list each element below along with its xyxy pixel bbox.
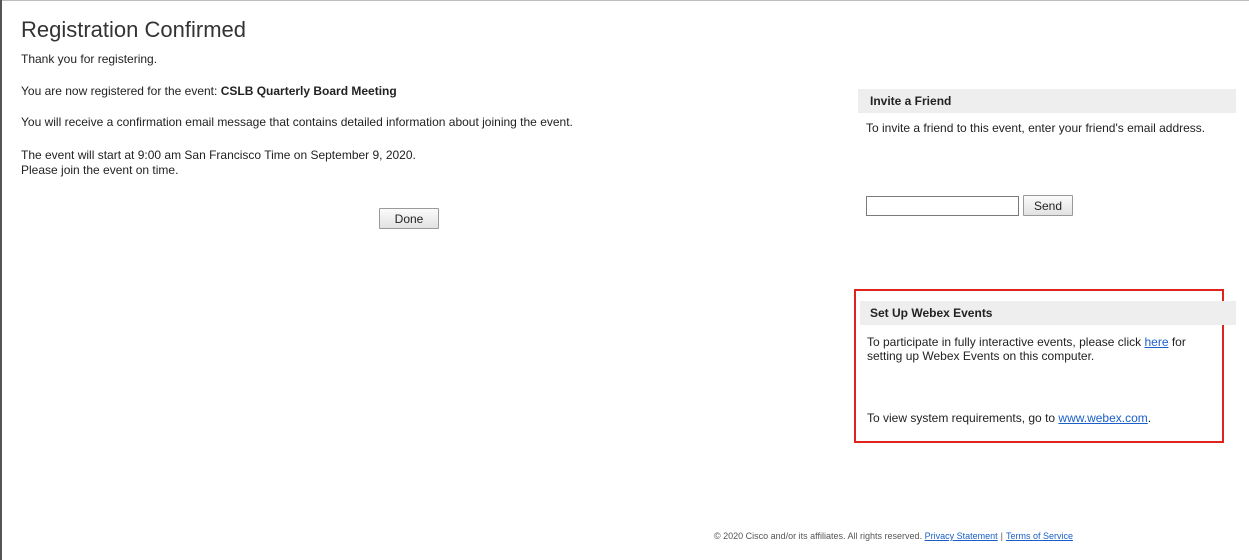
webex-setup-panel: Set Up Webex Events To participate in fu…: [854, 289, 1236, 443]
registered-event-line: You are now registered for the event: CS…: [21, 84, 841, 99]
webex-setup-header: Set Up Webex Events: [860, 301, 1236, 325]
webex-text-prefix: To participate in fully interactive even…: [867, 335, 1145, 349]
registration-content: Registration Confirmed Thank you for reg…: [21, 16, 841, 178]
invite-instructions: To invite a friend to this event, enter …: [866, 121, 1206, 135]
invite-friend-panel: Invite a Friend To invite a friend to th…: [858, 89, 1236, 135]
requirements-suffix: .: [1147, 411, 1152, 425]
done-button-wrap: Done: [379, 208, 439, 229]
requirements-prefix: To view system requirements, go to: [867, 411, 1059, 425]
privacy-statement-link[interactable]: Privacy Statement: [925, 531, 998, 541]
invite-friend-header: Invite a Friend: [858, 89, 1236, 113]
footer: © 2020 Cisco and/or its affiliates. All …: [714, 531, 1073, 541]
footer-separator: |: [1000, 531, 1003, 541]
send-button[interactable]: Send: [1023, 195, 1073, 216]
thanks-message: Thank you for registering.: [21, 52, 158, 66]
friend-email-input[interactable]: [866, 195, 1019, 216]
here-link[interactable]: here: [1144, 335, 1168, 349]
page-title: Registration Confirmed: [21, 17, 246, 42]
invite-form: Send: [866, 195, 1073, 216]
copyright-text: © 2020 Cisco and/or its affiliates. All …: [714, 531, 923, 541]
top-border: [0, 0, 1249, 1]
registered-prefix: You are now registered for the event:: [21, 84, 221, 98]
terms-of-service-link[interactable]: Terms of Service: [1006, 531, 1073, 541]
join-on-time-notice: Please join the event on time.: [21, 163, 179, 177]
confirmation-email-notice: You will receive a confirmation email me…: [21, 115, 573, 129]
webex-site-link[interactable]: www.webex.com: [1058, 411, 1147, 425]
done-button[interactable]: Done: [379, 208, 439, 229]
system-requirements-line: To view system requirements, go to www.w…: [867, 411, 1222, 425]
webex-setup-instructions: To participate in fully interactive even…: [867, 335, 1217, 363]
left-border: [0, 0, 2, 560]
event-name: CSLB Quarterly Board Meeting: [220, 84, 397, 98]
event-start-info: The event will start at 9:00 am San Fran…: [21, 148, 416, 162]
